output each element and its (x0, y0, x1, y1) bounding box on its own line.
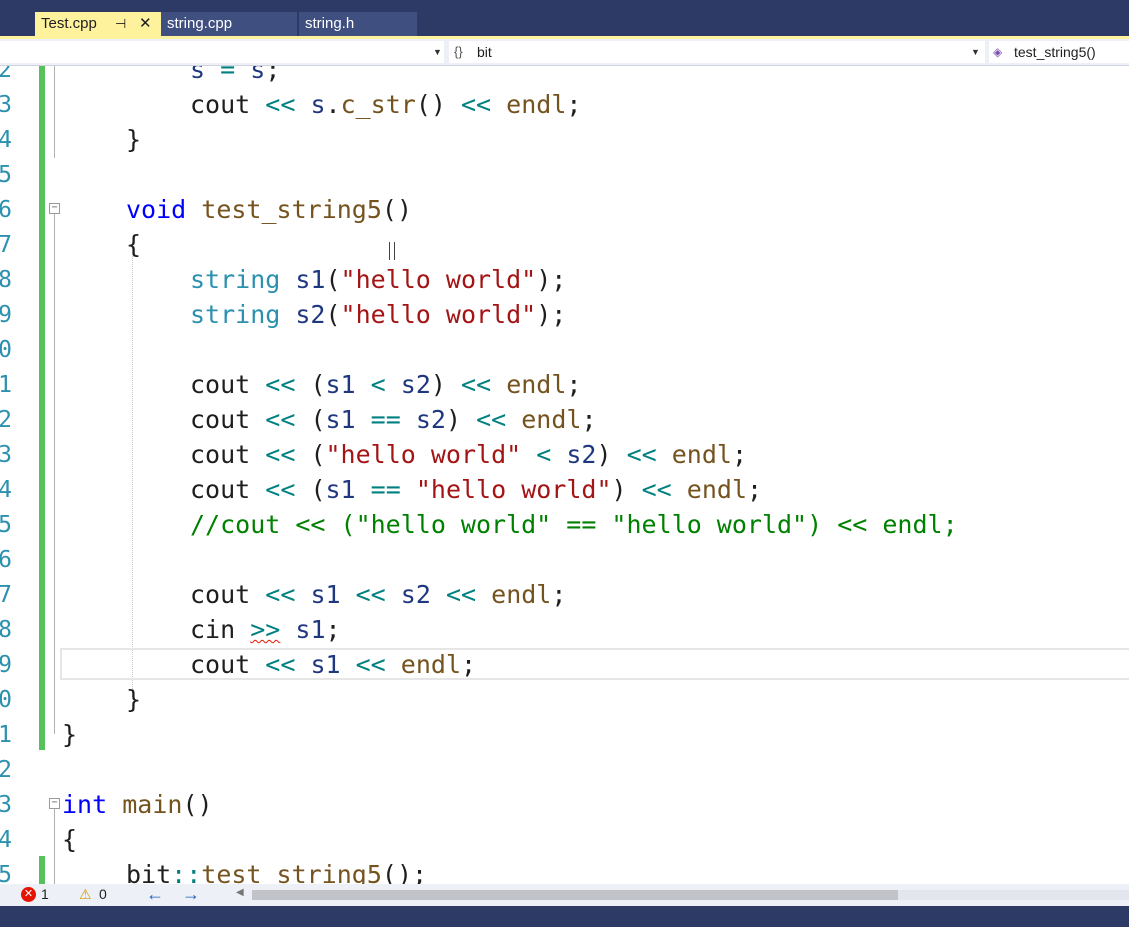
tab-label: string.cpp (167, 15, 233, 32)
line-number: 5 (0, 862, 12, 884)
fold-guide (54, 66, 55, 158)
warning-count[interactable]: 0 (99, 886, 107, 902)
scope-label: bit (477, 44, 492, 60)
line-number: 9 (0, 302, 12, 328)
function-icon: ◈ (993, 45, 1003, 59)
code-line[interactable]: cout << (s1 == s2) << endl; (190, 405, 597, 434)
member-dropdown[interactable]: ◈ test_string5() (989, 41, 1129, 63)
tab-test-cpp[interactable]: Test.cpp ⊣ ✕ (35, 12, 161, 36)
code-line[interactable]: { (62, 825, 77, 854)
line-number: 7 (0, 582, 12, 608)
change-indicator-bar (39, 856, 45, 884)
editor-status-bar: ✕ 1 ⚠ 0 ← → ◀ (0, 884, 1129, 906)
line-number: 4 (0, 477, 12, 503)
line-number: 2 (0, 407, 12, 433)
tab-label: Test.cpp (41, 15, 97, 32)
fold-guide (54, 214, 55, 734)
tab-string-h[interactable]: string.h (299, 12, 417, 36)
line-number: 2 (0, 66, 12, 83)
fold-toggle-icon[interactable]: − (49, 203, 60, 214)
navigate-forward-button[interactable]: → (182, 884, 200, 905)
code-line[interactable]: cin >> s1; (190, 615, 341, 644)
chevron-down-icon[interactable]: ▼ (433, 41, 442, 63)
namespace-icon: {} (454, 44, 463, 59)
fold-toggle-icon[interactable]: − (49, 798, 60, 809)
tab-strip: Test.cpp ⊣ ✕ string.cpp string.h (0, 0, 1129, 37)
close-icon[interactable]: ✕ (139, 12, 152, 36)
scroll-left-icon[interactable]: ◀ (236, 887, 244, 898)
line-number: 1 (0, 722, 12, 748)
navigation-bar: ▼ {} bit ▼ ◈ test_string5() (0, 39, 1129, 66)
code-line[interactable]: } (62, 720, 77, 749)
bottom-frame-bar (0, 906, 1129, 927)
line-number: 8 (0, 617, 12, 643)
error-icon[interactable]: ✕ (21, 887, 36, 902)
line-number: 6 (0, 197, 12, 223)
line-number: 7 (0, 232, 12, 258)
code-line[interactable]: cout << (s1 == "hello world") << endl; (190, 475, 762, 504)
code-line[interactable]: } (126, 685, 141, 714)
code-line[interactable]: cout << s1 << endl; (190, 650, 476, 679)
line-number: 0 (0, 337, 12, 363)
chevron-down-icon[interactable]: ▼ (971, 41, 980, 63)
code-line[interactable]: s = s; (190, 66, 280, 84)
pin-icon[interactable]: ⊣ (115, 12, 126, 36)
scope-dropdown[interactable]: {} bit ▼ (449, 41, 985, 63)
code-line[interactable]: { (126, 230, 141, 259)
indent-guide (132, 247, 133, 697)
code-line[interactable]: cout << s.c_str() << endl; (190, 90, 581, 119)
line-number: 0 (0, 687, 12, 713)
code-editor[interactable]: − − 2 3 4 5 6 7 8 9 0 1 2 3 4 5 6 7 8 9 … (0, 66, 1129, 884)
change-indicator-bar (39, 66, 45, 750)
navigate-back-button[interactable]: ← (146, 884, 164, 905)
line-number: 1 (0, 372, 12, 398)
code-line[interactable]: string s2("hello world"); (190, 300, 566, 329)
line-number: 6 (0, 547, 12, 573)
line-number: 5 (0, 512, 12, 538)
code-line[interactable]: int main() (62, 790, 213, 819)
code-line[interactable]: //cout << ("hello world" == "hello world… (190, 510, 958, 539)
code-line[interactable]: bit::test_string5(); (126, 860, 427, 884)
line-number: 3 (0, 792, 12, 818)
line-number: 8 (0, 267, 12, 293)
warning-icon[interactable]: ⚠ (79, 886, 92, 903)
line-number: 4 (0, 827, 12, 853)
line-number: 3 (0, 92, 12, 118)
code-line[interactable]: string s1("hello world"); (190, 265, 566, 294)
code-line[interactable]: cout << s1 << s2 << endl; (190, 580, 566, 609)
line-number: 9 (0, 652, 12, 678)
fold-guide (54, 809, 55, 884)
code-line[interactable]: void test_string5() (126, 195, 412, 224)
code-line[interactable]: cout << ("hello world" < s2) << endl; (190, 440, 747, 469)
code-line[interactable]: } (126, 125, 141, 154)
line-number: 3 (0, 442, 12, 468)
code-line[interactable]: cout << (s1 < s2) << endl; (190, 370, 581, 399)
line-number: 4 (0, 127, 12, 153)
text-cursor-icon (389, 242, 395, 260)
project-dropdown[interactable]: ▼ (0, 41, 444, 63)
scrollbar-thumb[interactable] (252, 890, 898, 900)
error-count[interactable]: 1 (41, 886, 49, 902)
tab-string-cpp[interactable]: string.cpp (161, 12, 297, 36)
tab-label: string.h (305, 15, 355, 32)
member-label: test_string5() (1014, 44, 1096, 60)
line-number: 2 (0, 757, 12, 783)
line-number: 5 (0, 162, 12, 188)
